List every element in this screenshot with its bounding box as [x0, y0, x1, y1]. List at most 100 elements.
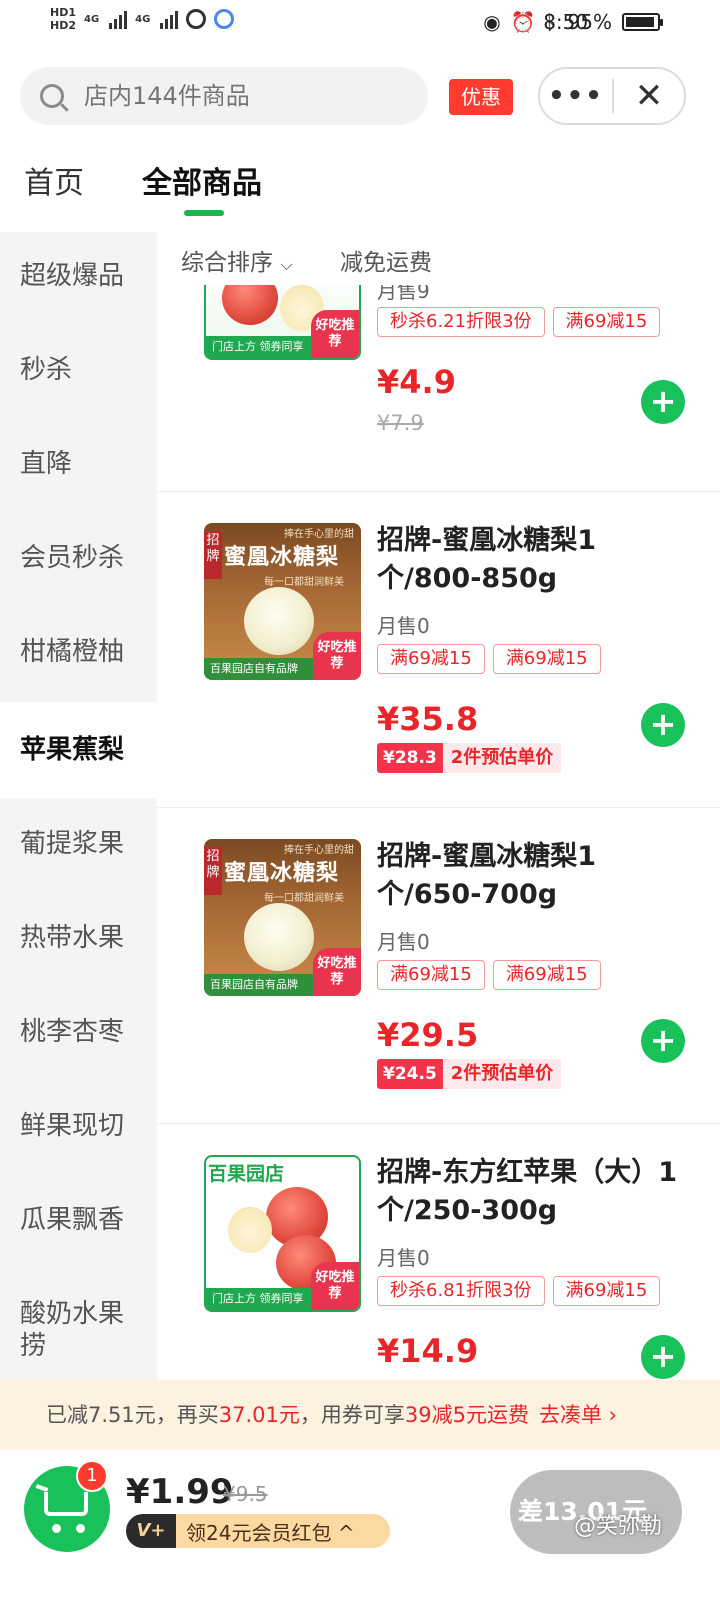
category-item[interactable]: 会员秒杀: [0, 542, 157, 574]
add-to-cart-button[interactable]: +: [641, 703, 685, 747]
product-price: ¥29.5: [377, 1016, 479, 1054]
tab-home[interactable]: 首页: [24, 162, 84, 206]
estimated-price: ¥24.5 2件预估单价: [377, 1059, 562, 1089]
product-price: ¥14.9: [377, 1332, 479, 1370]
product-tags: 满69减15 满69减15: [377, 644, 601, 674]
product-price: ¥4.9: [377, 363, 456, 401]
vip-coupon-pill[interactable]: V+ 领24元会员红包 ^: [126, 1514, 390, 1548]
category-item[interactable]: 瓜果飘香: [0, 1204, 157, 1236]
vip-coupon-text: 领24元会员红包 ^: [186, 1520, 355, 1545]
cart-icon: [35, 1484, 49, 1492]
promo-tag: 秒杀6.81折限3份: [377, 1276, 545, 1306]
product-image: 招牌 蜜凰冰糖梨 捧在手心里的甜 每一口都甜润鲜美 百果园店自有品牌 好吃推荐: [204, 839, 361, 996]
close-icon[interactable]: ✕: [614, 79, 684, 113]
promo-tag: 满69减15: [552, 1276, 661, 1306]
product-card[interactable]: 招牌 蜜凰冰糖梨 捧在手心里的甜 每一口都甜润鲜美 百果园店自有品牌 好吃推荐 …: [157, 492, 720, 808]
product-title: 招牌-蜜凰冰糖梨1个/800-850g: [377, 525, 596, 594]
promo-amount: 37.01元: [218, 1403, 300, 1427]
product-title: 招牌-东方红苹果（大）1个/250-300g: [377, 1157, 677, 1226]
signal-icon-2: [160, 9, 179, 29]
category-item[interactable]: 秒杀: [0, 354, 157, 386]
status-left: HD1 HD2 4G 4G: [50, 6, 235, 32]
tab-all-products[interactable]: 全部商品: [142, 162, 262, 206]
battery-icon: [622, 13, 663, 31]
estimated-price-label: 2件预估单价: [442, 1059, 562, 1089]
add-to-cart-button[interactable]: +: [641, 1019, 685, 1063]
search-box[interactable]: [20, 67, 428, 125]
product-card[interactable]: 百果园店 门店上方 领券同享 好吃推荐 招牌-东方红苹果（大）1个/250-30…: [157, 1124, 720, 1380]
store-coupon-strip: 门店上方 领券同享: [206, 336, 316, 358]
alarm-icon: ⏰: [510, 10, 536, 34]
network-label-b: 4G: [135, 13, 151, 25]
add-more-link[interactable]: 去凑单 ›: [539, 1403, 617, 1427]
cart-wheel-shape: [76, 1524, 85, 1533]
apple-slice-illustration: [228, 1207, 272, 1253]
cart-wheel-shape: [52, 1524, 61, 1533]
cart-footer: 1 ¥1.99 ¥9.5 V+ 领24元会员红包 ^ 差13.01元 @笑弥勒: [0, 1450, 720, 1600]
category-item-active[interactable]: 苹果蕉梨: [0, 702, 168, 798]
store-coupon-strip: 门店上方 领券同享: [206, 1288, 316, 1310]
chevron-down-icon: ⌵: [280, 255, 293, 274]
status-bar: HD1 HD2 4G 4G ◉ ⏰ ᛒ 95% 8:50: [0, 0, 720, 50]
product-sales: 月售0: [377, 614, 430, 638]
product-list: 门店上方 领券同享 好吃推荐 月售9 秒杀6.21折限3份 满69减15 ¥4.…: [157, 285, 720, 1380]
recommend-badge: 好吃推荐: [311, 310, 359, 358]
product-image: 门店上方 领券同享 好吃推荐: [204, 285, 361, 360]
sort-label: 综合排序: [181, 250, 273, 276]
app-notification-icon-2: [214, 9, 235, 29]
add-to-cart-button[interactable]: +: [641, 1335, 685, 1379]
cart-basket-shape: [44, 1492, 88, 1516]
category-item[interactable]: 热带水果: [0, 922, 157, 954]
cart-total: ¥1.99: [126, 1472, 234, 1512]
category-item[interactable]: 柑橘橙柚: [0, 636, 157, 668]
product-card[interactable]: 招牌 蜜凰冰糖梨 捧在手心里的甜 每一口都甜润鲜美 百果园店自有品牌 好吃推荐 …: [157, 808, 720, 1124]
brand-strip: 百果园店自有品牌: [204, 974, 314, 996]
product-tags: 秒杀6.81折限3份 满69减15: [377, 1276, 661, 1306]
hd-indicators: HD1 HD2: [50, 6, 76, 32]
sort-dropdown[interactable]: 综合排序 ⌵: [181, 246, 292, 282]
search-input[interactable]: [84, 82, 384, 110]
image-subtitle-text: 每一口都甜润鲜美: [264, 577, 344, 588]
promo-text-1: 已减7.51元，再买: [46, 1403, 219, 1427]
store-logo-text: 百果园店: [208, 1163, 285, 1185]
free-shipping-promo-bar[interactable]: 已减7.51元，再买37.01元，用券可享39减5元运费 去凑单 ›: [0, 1380, 720, 1450]
pear-illustration: [244, 903, 314, 971]
image-title-text: 蜜凰冰糖梨: [224, 861, 340, 886]
category-item[interactable]: 酸奶水果捞: [0, 1298, 130, 1362]
image-tag-label: 招牌: [204, 847, 222, 895]
free-shipping-filter[interactable]: 减免运费: [340, 246, 432, 280]
network-label-a: 4G: [84, 13, 100, 25]
product-card[interactable]: 门店上方 领券同享 好吃推荐 月售9 秒杀6.21折限3份 满69减15 ¥4.…: [157, 285, 720, 492]
vip-badge: V+: [126, 1514, 176, 1548]
promo-deal: 39减5元运费: [404, 1403, 529, 1427]
category-item[interactable]: 葡提浆果: [0, 828, 157, 860]
apple-illustration: [222, 285, 278, 325]
estimated-price-value: ¥28.3: [377, 743, 443, 773]
category-item[interactable]: 超级爆品: [0, 260, 157, 292]
eye-icon: ◉: [483, 10, 501, 34]
recommend-badge: 好吃推荐: [313, 632, 361, 680]
app-notification-icon: [186, 9, 207, 29]
image-tag-label: 招牌: [204, 531, 222, 579]
product-tags: 满69减15 满69减15: [377, 960, 601, 990]
category-item[interactable]: 桃李杏枣: [0, 1016, 157, 1048]
tab-active-indicator: [184, 210, 224, 216]
category-item[interactable]: 直降: [0, 448, 157, 480]
image-title-text: 蜜凰冰糖梨: [224, 545, 340, 570]
add-to-cart-button[interactable]: +: [641, 380, 685, 424]
promo-tag: 满69减15: [492, 960, 601, 990]
promo-tag: 满69减15: [552, 307, 661, 337]
promo-text-2: ，用券可享: [299, 1403, 405, 1427]
category-item[interactable]: 鲜果现切: [0, 1110, 157, 1142]
promo-tag[interactable]: 优惠: [449, 79, 513, 115]
estimated-price-label: 2件预估单价: [442, 743, 562, 773]
category-sidebar: 超级爆品 秒杀 直降 会员秒杀 柑橘橙柚 苹果蕉梨 葡提浆果 热带水果 桃李杏枣…: [0, 232, 168, 1380]
product-title: 招牌-蜜凰冰糖梨1个/650-700g: [377, 841, 596, 910]
cart-count-badge: 1: [76, 1460, 108, 1492]
product-original-price: ¥7.9: [377, 411, 424, 435]
hd1-label: HD1: [50, 6, 76, 19]
hd2-label: HD2: [50, 19, 76, 32]
product-image: 招牌 蜜凰冰糖梨 捧在手心里的甜 每一口都甜润鲜美 百果园店自有品牌 好吃推荐: [204, 523, 361, 680]
watermark: @笑弥勒: [574, 1514, 663, 1539]
more-icon[interactable]: •••: [540, 83, 612, 109]
